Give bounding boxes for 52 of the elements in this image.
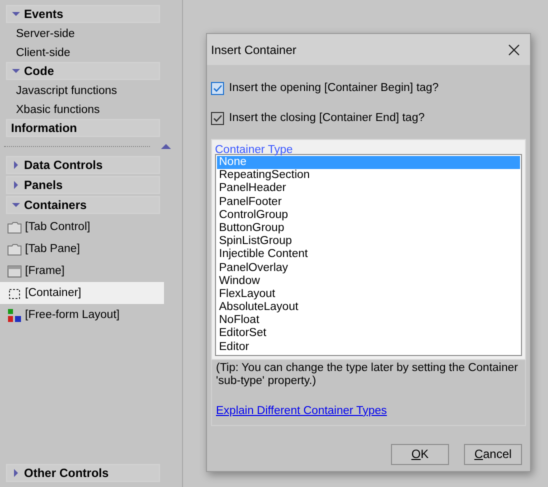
list-option[interactable]: EditorSet bbox=[217, 327, 520, 341]
checkbox-label[interactable]: Insert the opening [Container Begin] tag? bbox=[229, 82, 439, 94]
dashed-box-icon bbox=[7, 286, 22, 300]
collapse-up-icon[interactable] bbox=[160, 142, 172, 150]
list-option[interactable]: RepeatingSection bbox=[217, 169, 520, 182]
sidebar-item[interactable]: [Free-form Layout] bbox=[0, 304, 164, 326]
section-header[interactable]: Events bbox=[6, 5, 160, 23]
sidebar-item[interactable]: [Frame] bbox=[0, 260, 164, 282]
group-legend: Container Type bbox=[215, 144, 293, 156]
list-option[interactable]: Injectible Content bbox=[217, 248, 520, 262]
section-header[interactable]: Data Controls bbox=[6, 156, 160, 174]
sidebar-item[interactable]: Server-side bbox=[0, 25, 164, 44]
list-option[interactable]: NoFloat bbox=[217, 314, 520, 328]
collapse-arrow-icon[interactable] bbox=[11, 9, 21, 19]
section-header[interactable]: Other Controls bbox=[6, 464, 160, 482]
frame-icon bbox=[7, 264, 22, 278]
dialog-button[interactable]: Cancel bbox=[464, 444, 522, 465]
list-option[interactable]: ButtonGroup bbox=[217, 222, 520, 236]
expand-arrow-icon[interactable] bbox=[11, 468, 21, 478]
checkbox-label[interactable]: Insert the closing [Container End] tag? bbox=[229, 112, 425, 124]
sidebar-item[interactable]: [Tab Control] bbox=[0, 216, 164, 238]
sidebar-item[interactable]: Xbasic functions bbox=[0, 100, 164, 119]
list-option[interactable]: Window bbox=[217, 274, 520, 288]
list-option[interactable]: Editor bbox=[217, 340, 520, 354]
list-option[interactable]: FlexLayout bbox=[217, 288, 520, 302]
layout-icon bbox=[7, 308, 22, 322]
sidebar-item[interactable]: Javascript functions bbox=[0, 82, 164, 100]
folder-icon bbox=[7, 242, 22, 256]
sidebar-item[interactable]: [Container] bbox=[0, 282, 164, 304]
checkbox[interactable] bbox=[211, 82, 224, 94]
collapse-arrow-icon[interactable] bbox=[11, 200, 21, 210]
list-option[interactable]: SpinListGroup bbox=[217, 235, 520, 248]
collapse-arrow-icon[interactable] bbox=[11, 66, 21, 76]
section-header[interactable]: Containers bbox=[6, 196, 160, 214]
list-option[interactable]: PanelFooter bbox=[217, 196, 520, 209]
help-link[interactable]: Explain Different Container Types bbox=[216, 404, 387, 417]
section-header[interactable]: Panels bbox=[6, 176, 160, 194]
dialog-title: Insert Container bbox=[211, 42, 296, 56]
folder-icon bbox=[7, 220, 22, 234]
dialog-button[interactable]: OK bbox=[391, 444, 449, 465]
list-box[interactable]: None RepeatingSection PanelHeader PanelFooter ControlGroup ButtonGroup SpinListGroup Injectible Content PanelOverlay Window FlexLayout AbsoluteLayout NoFloat EditorSet Editor bbox=[215, 154, 522, 356]
list-option[interactable]: AbsoluteLayout bbox=[217, 301, 520, 314]
list-option[interactable]: ControlGroup bbox=[217, 208, 520, 222]
close-icon[interactable] bbox=[508, 44, 520, 56]
list-option[interactable]: PanelHeader bbox=[217, 182, 520, 196]
section-header[interactable]: Information bbox=[6, 119, 160, 137]
checkbox[interactable] bbox=[211, 112, 224, 124]
list-option[interactable]: PanelOverlay bbox=[217, 262, 520, 275]
sidebar-item[interactable]: Client-side bbox=[0, 44, 164, 62]
tip-text: (Tip: You can change the type later by setting the Container 'sub-type' property.) bbox=[216, 362, 519, 388]
section-header[interactable]: Code bbox=[6, 62, 160, 80]
sidebar-item[interactable]: [Tab Pane] bbox=[0, 238, 164, 260]
